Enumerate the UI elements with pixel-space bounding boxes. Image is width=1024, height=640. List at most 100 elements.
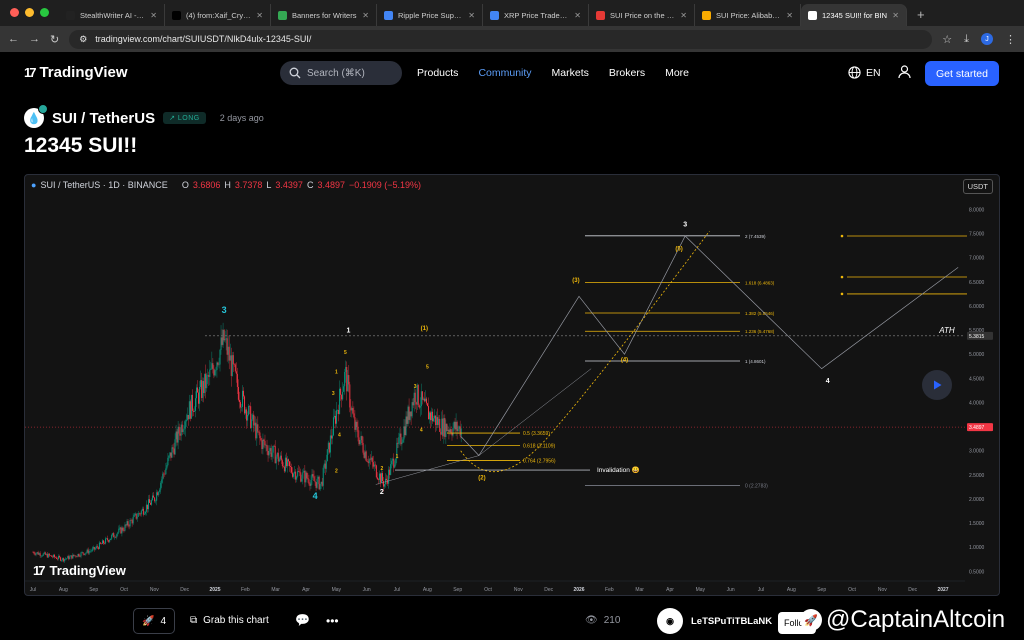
candle-body xyxy=(272,445,274,453)
candle-body xyxy=(306,472,308,479)
minimize-window-button[interactable] xyxy=(25,8,34,17)
candle-body xyxy=(290,466,292,468)
idea-title: 12345 SUI!! xyxy=(24,134,138,157)
tab-close-icon[interactable]: ✕ xyxy=(256,11,263,20)
menu-item-community[interactable]: Community xyxy=(478,67,531,79)
wave-channel-line xyxy=(375,368,592,485)
new-tab-button[interactable]: + xyxy=(907,7,935,26)
forward-icon[interactable]: → xyxy=(29,33,40,45)
browser-menu-icon[interactable]: ⋮ xyxy=(1005,33,1016,46)
tradingview-logo[interactable]: 17 TradingView xyxy=(24,64,128,81)
user-icon[interactable] xyxy=(898,65,911,82)
candle-body xyxy=(151,500,153,505)
maximize-window-button[interactable] xyxy=(40,8,49,17)
reload-icon[interactable]: ↻ xyxy=(50,33,59,46)
candle-body xyxy=(145,504,147,512)
candle-body xyxy=(130,519,132,521)
chart-panel[interactable]: 8.0000 7.5000 7.0000 6.5000 6.0000 5.5000 5.00… xyxy=(24,174,1000,596)
boost-button[interactable]: 🚀 4 xyxy=(133,608,175,634)
candle-body xyxy=(42,553,44,556)
currency-button[interactable]: USDT xyxy=(962,179,993,194)
candle-body xyxy=(50,555,52,557)
candle-body xyxy=(346,366,348,392)
candle-body xyxy=(440,431,442,435)
legend-change: −0.1909 (−5.19%) xyxy=(348,180,422,190)
profile-avatar[interactable]: J xyxy=(981,33,993,45)
candle-body xyxy=(383,481,385,487)
candle-body xyxy=(176,431,178,443)
browser-tab[interactable]: XRP Price Trades Ab ✕ xyxy=(483,4,589,26)
candle-body xyxy=(438,418,440,425)
x-tick-label: Dec xyxy=(180,587,189,593)
candle-body xyxy=(264,440,266,446)
comment-icon[interactable]: 💬 xyxy=(295,613,310,627)
browser-tab[interactable]: SUI Price on the Bri ✕ xyxy=(589,4,695,26)
candle-body xyxy=(362,442,364,453)
x-tick-label: Feb xyxy=(241,587,250,593)
language-selector[interactable]: EN xyxy=(848,66,881,79)
candle-body xyxy=(253,414,255,426)
symbol-name[interactable]: SUI / TetherUS xyxy=(52,110,155,127)
candle-body xyxy=(368,459,370,464)
url-field[interactable]: ⚙ tradingview.com/chart/SUIUSDT/NlkD4ulx… xyxy=(69,29,933,49)
candle-body xyxy=(275,456,277,464)
fib-zero-label: 0 (2.2783) xyxy=(745,484,768,490)
candle-body xyxy=(51,556,53,558)
candle-body xyxy=(324,463,326,469)
menu-item-brokers[interactable]: Brokers xyxy=(609,67,645,79)
author-avatar[interactable]: ◉ xyxy=(657,608,683,634)
candle-body xyxy=(143,513,145,515)
tether-logo-icon xyxy=(38,104,48,114)
search-input[interactable]: Search (⌘K) xyxy=(280,61,402,85)
tab-close-icon[interactable]: ✕ xyxy=(362,11,369,20)
tab-close-icon[interactable]: ✕ xyxy=(468,11,475,20)
candle-body xyxy=(282,466,284,467)
browser-tab[interactable]: (4) from:Xaif_Crypto ✕ xyxy=(165,4,271,26)
get-started-button[interactable]: Get started xyxy=(925,61,999,86)
browser-tab[interactable]: StealthWriter AI - Ga ✕ xyxy=(59,4,165,26)
chart-canvas[interactable]: 8.00007.50007.00006.50006.00005.50005.00… xyxy=(25,175,1000,596)
candle-body xyxy=(307,478,309,480)
sui-logo-icon[interactable]: 💧 xyxy=(24,104,48,128)
candle-body xyxy=(221,337,223,345)
wave-label: (2) xyxy=(478,476,485,482)
browser-tab[interactable]: Ripple Price Suppor ✕ xyxy=(377,4,483,26)
tab-close-icon[interactable]: ✕ xyxy=(892,11,899,20)
download-icon[interactable]: ⤓ xyxy=(964,33,969,46)
x-tick-label: Jul xyxy=(30,587,36,593)
candle-body xyxy=(90,550,92,552)
candle-body xyxy=(47,553,49,558)
author-info[interactable]: ◉ LeTSPuTiTBLaNK xyxy=(657,608,772,634)
browser-tab[interactable]: SUI Price: Alibaba P ✕ xyxy=(695,4,801,26)
legend-symbol[interactable]: SUI / TetherUS · 1D · BINANCE xyxy=(40,180,167,190)
candle-body xyxy=(323,463,325,468)
back-icon[interactable]: ← xyxy=(8,33,19,45)
bookmark-star-icon[interactable]: ☆ xyxy=(942,33,952,46)
candle-body xyxy=(62,558,64,561)
candle-body xyxy=(231,355,233,376)
candle-body xyxy=(170,452,172,458)
long-badge: ↗ LONG xyxy=(163,112,206,124)
candle-body xyxy=(340,388,342,395)
menu-item-more[interactable]: More xyxy=(665,67,689,79)
candle-body xyxy=(281,460,283,467)
menu-item-markets[interactable]: Markets xyxy=(552,67,589,79)
tab-close-icon[interactable]: ✕ xyxy=(150,11,157,20)
browser-tab[interactable]: Banners for Writers ✕ xyxy=(271,4,377,26)
candle-body xyxy=(224,339,226,341)
candle-body xyxy=(320,481,322,484)
more-options-icon[interactable]: ••• xyxy=(326,614,339,628)
site-info-icon[interactable]: ⚙ xyxy=(79,34,87,45)
tab-close-icon[interactable]: ✕ xyxy=(786,11,793,20)
menu-item-products[interactable]: Products xyxy=(417,67,458,79)
browser-tab[interactable]: 12345 SUI!! for BIN ✕ xyxy=(801,4,907,26)
candle-body xyxy=(84,553,86,555)
candle-body xyxy=(452,427,454,436)
candle-body xyxy=(270,448,272,457)
close-window-button[interactable] xyxy=(10,8,19,17)
tab-close-icon[interactable]: ✕ xyxy=(680,11,687,20)
author-name[interactable]: LeTSPuTiTBLaNK xyxy=(691,616,772,627)
grab-chart-button[interactable]: ⧉ Grab this chart xyxy=(190,615,269,626)
tab-close-icon[interactable]: ✕ xyxy=(574,11,581,20)
play-button[interactable] xyxy=(922,370,952,400)
